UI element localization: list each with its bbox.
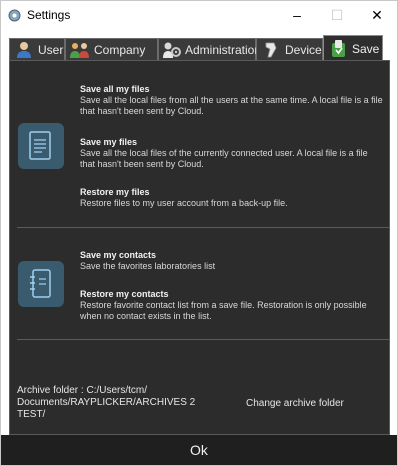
tab-administration[interactable]: Administration <box>158 38 261 60</box>
tab-user[interactable]: User <box>9 38 65 60</box>
save-my-files-item[interactable]: Save my files Save all the local files o… <box>80 137 384 170</box>
settings-window: Settings – ☐ ✕ User Company Administrati… <box>0 0 398 466</box>
save-my-files-link[interactable]: Save my files <box>80 137 384 148</box>
restore-my-contacts-description: Restore favorite contact list from a sav… <box>80 300 367 321</box>
save-icon <box>327 39 349 58</box>
tab-company[interactable]: Company <box>65 38 158 60</box>
save-my-contacts-description: Save the favorites laboratories list <box>80 261 216 271</box>
save-my-contacts-item[interactable]: Save my contacts Save the favorites labo… <box>80 250 384 272</box>
ok-button[interactable]: Ok <box>178 438 220 462</box>
user-icon <box>13 41 35 59</box>
tab-bar: User Company Administration Device Save <box>1 35 397 61</box>
tab-label: Company <box>94 42 146 57</box>
restore-my-files-item[interactable]: Restore my files Restore files to my use… <box>80 187 384 209</box>
restore-my-files-description: Restore files to my user account from a … <box>80 198 288 208</box>
section-divider <box>17 227 390 228</box>
archive-folder-path: Archive folder : C:/Users/tcm/ Documents… <box>17 385 196 420</box>
footer-bar: Ok <box>1 435 397 465</box>
save-all-files-link[interactable]: Save all my files <box>80 84 384 95</box>
device-icon <box>260 41 282 59</box>
maximize-button[interactable]: ☐ <box>317 1 357 29</box>
title-bar[interactable]: Settings – ☐ ✕ <box>1 1 397 29</box>
document-icon <box>18 123 64 169</box>
tab-label: Device <box>285 42 322 57</box>
change-archive-folder-button[interactable]: Change archive folder <box>246 398 344 409</box>
administration-icon <box>162 41 182 59</box>
save-panel: Save all my files Save all the local fil… <box>9 60 390 435</box>
restore-my-contacts-link[interactable]: Restore my contacts <box>80 289 384 300</box>
settings-gear-icon <box>7 8 21 22</box>
restore-my-contacts-item[interactable]: Restore my contacts Restore favorite con… <box>80 289 384 322</box>
save-my-contacts-link[interactable]: Save my contacts <box>80 250 384 261</box>
tab-save[interactable]: Save <box>323 35 383 61</box>
company-icon <box>69 41 91 59</box>
tab-device[interactable]: Device <box>256 38 323 60</box>
close-button[interactable]: ✕ <box>357 1 397 29</box>
restore-my-files-link[interactable]: Restore my files <box>80 187 384 198</box>
contacts-book-icon <box>18 261 64 307</box>
tab-label: User <box>38 42 64 57</box>
section-divider <box>17 339 390 340</box>
tab-label: Save <box>352 41 380 56</box>
save-all-files-description: Save all the local files from all the us… <box>80 95 383 116</box>
save-my-files-description: Save all the local files of the currentl… <box>80 148 368 169</box>
tab-label: Administration <box>185 42 262 57</box>
minimize-button[interactable]: – <box>277 1 317 29</box>
save-all-files-item[interactable]: Save all my files Save all the local fil… <box>80 84 384 117</box>
window-title: Settings <box>27 8 71 22</box>
